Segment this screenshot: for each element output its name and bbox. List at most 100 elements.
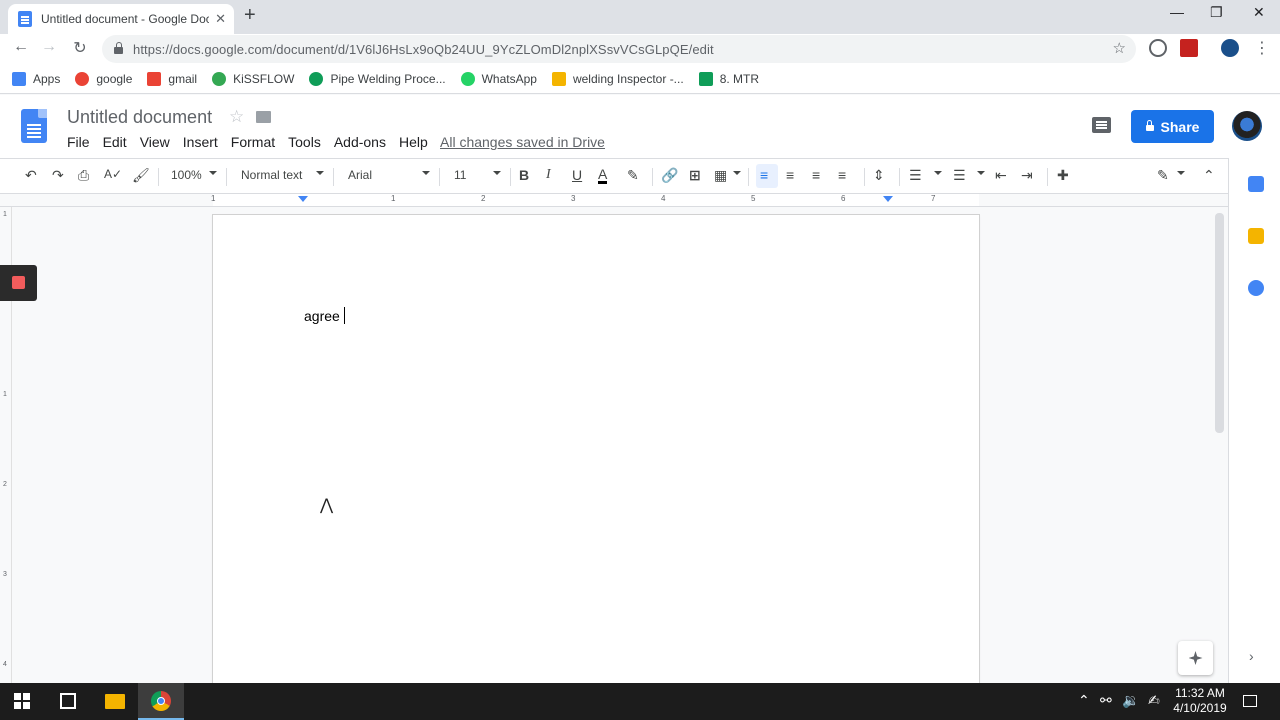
profile-avatar-icon[interactable]	[1221, 39, 1239, 57]
document-body[interactable]: agree	[304, 307, 346, 324]
menu-help[interactable]: Help	[399, 134, 428, 150]
sheets-icon	[698, 71, 713, 86]
align-right-icon[interactable]: ≡	[812, 167, 820, 183]
pen-icon[interactable]: ✍	[1148, 692, 1160, 709]
menu-edit[interactable]: Edit	[103, 134, 127, 150]
align-left-icon[interactable]: ≡	[760, 167, 768, 183]
left-indent-marker[interactable]	[298, 196, 308, 202]
volume-icon[interactable]: 🔉	[1122, 692, 1139, 709]
menu-file[interactable]: File	[67, 134, 90, 150]
forward-icon[interactable]: →	[39, 38, 59, 56]
menu-format[interactable]: Format	[231, 134, 275, 150]
docs-logo-icon[interactable]	[21, 109, 47, 143]
horizontal-ruler[interactable]: 1 1 2 3 4 5 6 7	[0, 194, 1228, 207]
bookmark-item[interactable]: WhatsApp	[460, 71, 537, 86]
spellcheck-icon[interactable]: A✓	[104, 167, 122, 181]
chevron-right-icon[interactable]: ›	[1249, 648, 1254, 664]
insert-link-icon[interactable]: 🔗	[661, 167, 678, 184]
address-bar[interactable]: https://docs.google.com/document/d/1V6lJ…	[102, 35, 1136, 63]
clear-formatting-icon[interactable]: ✚	[1057, 167, 1069, 184]
whatsapp-icon	[460, 71, 475, 86]
bookmark-item[interactable]: 8. MTR	[698, 71, 759, 86]
menu-addons[interactable]: Add-ons	[334, 134, 386, 150]
collapse-menu-icon[interactable]: ⌃	[1203, 167, 1215, 184]
redo-icon[interactable]: ↷	[52, 167, 64, 184]
close-icon[interactable]: ✕	[215, 11, 226, 27]
print-icon[interactable]: ⎙	[78, 167, 89, 184]
undo-icon[interactable]: ↶	[25, 167, 37, 184]
keep-icon[interactable]	[1248, 228, 1264, 244]
numbered-list-icon[interactable]: ☰	[909, 167, 922, 184]
document-title[interactable]: Untitled document	[67, 107, 212, 128]
bookmark-item[interactable]: Pipe Welding Proce...	[309, 71, 446, 86]
tasks-icon[interactable]	[1248, 280, 1264, 296]
windows-start-icon[interactable]	[14, 693, 30, 709]
italic-icon[interactable]: I	[546, 167, 551, 183]
bulleted-list-icon[interactable]: ☰	[953, 167, 966, 184]
tab-title: Untitled document - Google Doc	[41, 12, 210, 26]
browser-tab[interactable]: Untitled document - Google Doc ✕	[8, 4, 234, 34]
star-icon[interactable]: ☆	[229, 107, 244, 127]
line-spacing-icon[interactable]: ⇕	[873, 167, 885, 184]
decrease-indent-icon[interactable]: ⇤	[995, 167, 1007, 184]
extension-red-icon[interactable]	[1180, 39, 1198, 57]
chevron-down-icon	[422, 171, 430, 175]
document-canvas: 1 1 2 3 4 agree ⋀	[0, 207, 1228, 683]
folder-icon[interactable]	[256, 111, 271, 123]
stop-recording-button[interactable]	[0, 265, 37, 301]
justify-icon[interactable]: ≡	[838, 167, 846, 183]
system-clock[interactable]: 11:32 AM 4/10/2019	[1172, 686, 1228, 716]
increase-indent-icon[interactable]: ⇥	[1021, 167, 1033, 184]
bookmark-item[interactable]: google	[75, 71, 132, 86]
new-tab-button[interactable]: +	[244, 5, 256, 25]
minimize-icon[interactable]: —	[1170, 4, 1184, 20]
reload-icon[interactable]: ↻	[70, 38, 90, 58]
font-select[interactable]: Arial	[348, 168, 372, 182]
menu-view[interactable]: View	[140, 134, 170, 150]
bookmark-item[interactable]: welding Inspector -...	[551, 71, 684, 86]
text-color-icon[interactable]: A	[598, 167, 608, 184]
tray-chevron-icon[interactable]: ⌃	[1078, 692, 1090, 709]
bookmark-label: gmail	[168, 71, 198, 86]
save-status[interactable]: All changes saved in Drive	[440, 134, 605, 150]
browser-menu-icon[interactable]: ⋮	[1252, 38, 1272, 58]
file-explorer-icon[interactable]	[105, 694, 125, 709]
task-view-icon[interactable]	[60, 693, 76, 709]
align-center-icon[interactable]: ≡	[786, 167, 794, 183]
network-icon[interactable]: ⚯	[1100, 692, 1112, 709]
zoom-select[interactable]: 100%	[171, 168, 202, 182]
vertical-scrollbar[interactable]	[1215, 213, 1224, 433]
notifications-icon[interactable]	[1243, 695, 1257, 707]
google-icon	[75, 71, 90, 86]
bold-icon[interactable]: B	[519, 167, 529, 183]
bookmark-item[interactable]: Apps	[12, 71, 60, 86]
share-button[interactable]: Share	[1131, 110, 1214, 143]
window-close-icon[interactable]: ✕	[1253, 4, 1265, 21]
ruler-number: 3	[571, 194, 576, 203]
editing-mode-icon[interactable]: ✎	[1157, 167, 1169, 184]
menu-insert[interactable]: Insert	[183, 134, 218, 150]
comments-icon[interactable]	[1092, 117, 1111, 133]
chevron-down-icon	[209, 171, 217, 175]
back-icon[interactable]: ←	[11, 38, 31, 56]
extension-icon[interactable]	[1149, 39, 1167, 57]
paint-format-icon[interactable]: 🖌	[132, 167, 150, 184]
insert-image-icon[interactable]: ▦	[714, 167, 727, 184]
menu-tools[interactable]: Tools	[288, 134, 321, 150]
apps-grid-icon	[12, 71, 26, 86]
highlight-color-icon[interactable]: ✎	[627, 167, 639, 184]
account-avatar[interactable]	[1232, 111, 1262, 141]
restore-icon[interactable]: ❐	[1210, 4, 1223, 21]
insert-comment-icon[interactable]: ⊞	[689, 167, 701, 184]
font-size-select[interactable]: 11	[454, 168, 466, 182]
ruler-page-area	[213, 194, 979, 206]
bookmark-item[interactable]: gmail	[147, 71, 198, 86]
bookmark-star-icon[interactable]: ☆	[1113, 39, 1126, 57]
paragraph-style-select[interactable]: Normal text	[241, 168, 302, 182]
calendar-icon[interactable]	[1248, 176, 1264, 192]
bookmark-item[interactable]: KiSSFLOW	[212, 71, 294, 86]
underline-icon[interactable]: U	[572, 167, 582, 183]
right-indent-marker[interactable]	[883, 196, 893, 202]
document-page[interactable]: agree	[213, 215, 979, 683]
explore-button[interactable]	[1178, 641, 1213, 675]
